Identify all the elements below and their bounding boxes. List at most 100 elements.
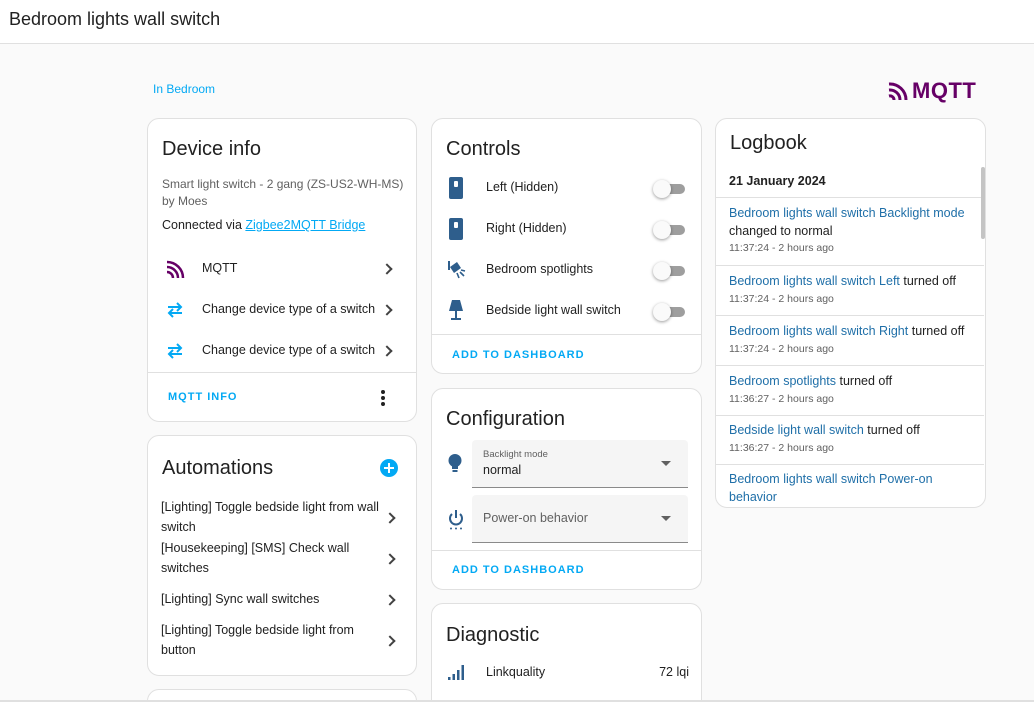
log-entry: Bedroom lights wall switch Power-on beha… [716, 465, 984, 507]
device-model: Smart light switch - 2 gang (ZS-US2-WH-M… [162, 177, 404, 191]
chevron-right-icon [384, 594, 396, 606]
control-label: Bedroom spotlights [486, 262, 594, 276]
automations-card: Automations [Lighting] Toggle bedside li… [147, 435, 417, 676]
log-entity-link[interactable]: Bedroom lights wall switch Backlight mod… [729, 206, 965, 220]
log-entry: Bedroom lights wall switch Backlight mod… [716, 198, 984, 266]
log-message: changed to normal [729, 224, 833, 238]
device-item-change-type-1[interactable]: Change device type of a switch [148, 293, 416, 327]
toggle-switch[interactable] [653, 262, 685, 280]
log-message: turned off [908, 324, 965, 338]
log-entry-text: Bedside light wall switch turned off [729, 421, 974, 439]
chevron-right-icon [381, 345, 393, 357]
log-time: 11:37:24 - 2 hours ago [729, 242, 834, 254]
chevron-right-icon [384, 512, 396, 524]
chevron-right-icon [381, 304, 393, 316]
log-entry-text: Bedroom lights wall switch Backlight mod… [729, 204, 974, 240]
log-entry-text: Bedroom lights wall switch Power-on beha… [729, 470, 974, 506]
more-vert-icon[interactable] [381, 390, 385, 406]
log-entity-link[interactable]: Bedroom lights wall switch Left [729, 274, 900, 288]
log-time: 11:36:27 - 2 hours ago [729, 442, 834, 454]
control-label: Right (Hidden) [486, 221, 567, 235]
dropdown-arrow-icon [661, 516, 671, 521]
log-entity-link[interactable]: Bedside light wall switch [729, 423, 864, 437]
control-row-bedside[interactable]: Bedside light wall switch [432, 296, 701, 326]
swap-horizontal-icon [167, 302, 183, 318]
select-value: normal [483, 463, 522, 477]
control-label: Left (Hidden) [486, 180, 559, 194]
diagnostic-row-linkquality[interactable]: Linkquality 72 lqi [432, 660, 701, 686]
automation-item[interactable]: [Lighting] Toggle bedside light from wal… [148, 497, 416, 539]
device-item-mqtt[interactable]: MQTT [148, 252, 416, 286]
power-settings-icon [449, 510, 463, 530]
log-entry-text: Bedroom lights wall switch Left turned o… [729, 272, 974, 290]
log-entry: Bedroom spotlights turned off 11:36:27 -… [716, 366, 984, 416]
control-row-left[interactable]: Left (Hidden) [432, 173, 701, 203]
diagnostic-label: Linkquality [486, 665, 546, 679]
logbook-date: 21 January 2024 [729, 174, 826, 188]
device-item-change-type-2[interactable]: Change device type of a switch [148, 334, 416, 368]
log-entry: Bedroom lights wall switch Left turned o… [716, 266, 984, 316]
card-divider [148, 372, 416, 373]
log-time: 11:37:24 - 2 hours ago [729, 293, 834, 305]
chevron-right-icon [381, 263, 393, 275]
toggle-switch[interactable] [653, 180, 685, 198]
controls-title: Controls [446, 138, 521, 160]
device-item-label: Change device type of a switch [202, 302, 376, 316]
select-placeholder: Power-on behavior [483, 511, 588, 525]
device-item-label: Change device type of a switch [202, 343, 376, 357]
lamp-icon [449, 300, 463, 320]
chevron-right-icon [384, 635, 396, 647]
device-item-label: MQTT [202, 261, 238, 275]
toggle-switch[interactable] [653, 221, 685, 239]
device-manufacturer: by Moes [162, 194, 208, 208]
automation-item[interactable]: [Lighting] Sync wall switches [148, 589, 416, 613]
configuration-title: Configuration [446, 408, 565, 430]
power-on-behavior-select[interactable]: Power-on behavior [472, 495, 688, 543]
add-automation-button[interactable] [380, 459, 398, 477]
device-info-title: Device info [162, 138, 261, 160]
mqtt-info-button[interactable]: MQTT INFO [168, 391, 238, 403]
control-row-right[interactable]: Right (Hidden) [432, 214, 701, 244]
chevron-right-icon [384, 553, 396, 565]
log-entity-link[interactable]: Bedroom lights wall switch Right [729, 324, 908, 338]
backlight-mode-select[interactable]: Backlight mode normal [472, 440, 688, 488]
controls-card: Controls Left (Hidden) Right (Hidden) Be… [431, 118, 702, 374]
page-title: Bedroom lights wall switch [9, 9, 221, 29]
area-link[interactable]: In Bedroom [153, 82, 215, 96]
automations-title: Automations [162, 457, 274, 479]
diagnostic-card: Diagnostic Linkquality 72 lqi [431, 603, 702, 702]
log-time: 11:37:24 - 2 hours ago [729, 343, 834, 355]
log-entry-text: Bedroom lights wall switch Right turned … [729, 322, 974, 340]
logbook-scrollbar[interactable] [981, 167, 985, 239]
automation-item[interactable]: [Housekeeping] [SMS] Check wall switches [148, 538, 416, 580]
log-entry: Bedroom lights wall switch Right turned … [716, 316, 984, 366]
log-message: turned off [863, 423, 920, 437]
log-entry: Bedside light wall switch turned off 11:… [716, 416, 984, 465]
automation-label: [Housekeeping] [SMS] Check wall switches [161, 541, 350, 575]
connected-via-label: Connected via [162, 218, 246, 232]
log-entry-text: Bedroom spotlights turned off [729, 372, 974, 390]
log-time: 11:36:27 - 2 hours ago [729, 393, 834, 405]
automation-label: [Lighting] Sync wall switches [161, 592, 320, 606]
log-message: turned off [836, 374, 893, 388]
spotlight-icon [448, 261, 466, 279]
add-to-dashboard-button[interactable]: ADD TO DASHBOARD [452, 349, 585, 361]
diagnostic-value: 72 lqi [659, 665, 689, 679]
select-label: Backlight mode [483, 449, 548, 460]
toggle-switch[interactable] [653, 303, 685, 321]
automation-label: [Lighting] Toggle bedside light from wal… [161, 500, 379, 534]
logbook-card: Logbook 21 January 2024 Bedroom lights w… [715, 118, 986, 508]
mqtt-icon [165, 258, 187, 280]
logbook-title: Logbook [730, 132, 807, 154]
light-switch-icon [449, 218, 463, 240]
control-row-spotlights[interactable]: Bedroom spotlights [432, 255, 701, 285]
swap-horizontal-icon [167, 343, 183, 359]
add-to-dashboard-button[interactable]: ADD TO DASHBOARD [452, 564, 585, 576]
top-app-bar: Bedroom lights wall switch [0, 0, 1034, 44]
log-entity-link[interactable]: Bedroom spotlights [729, 374, 836, 388]
bridge-link[interactable]: Zigbee2MQTT Bridge [245, 218, 365, 232]
control-label: Bedside light wall switch [486, 303, 621, 317]
automation-item[interactable]: [Lighting] Toggle bedside light from but… [148, 620, 416, 662]
signal-icon [448, 665, 464, 680]
log-entity-link[interactable]: Bedroom lights wall switch Power-on beha… [729, 472, 933, 504]
